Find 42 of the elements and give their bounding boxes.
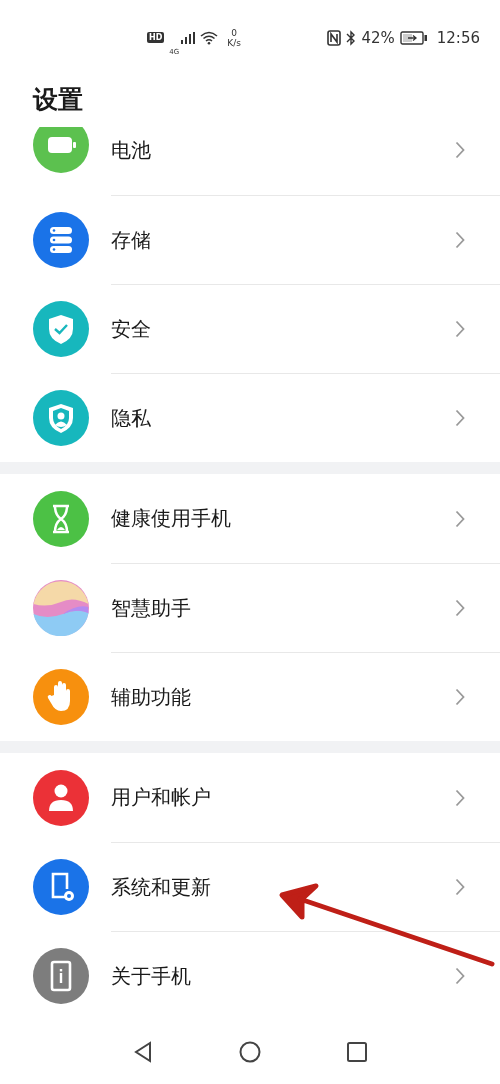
bluetooth-icon bbox=[346, 29, 357, 46]
settings-item[interactable]: 用户和帐户 bbox=[0, 753, 500, 842]
battery-icon bbox=[399, 30, 428, 45]
page-title: 设置 bbox=[31, 84, 84, 116]
wifi-icon bbox=[200, 30, 219, 45]
chevron-icon bbox=[455, 509, 465, 528]
chevron-icon bbox=[455, 599, 465, 617]
settings-item[interactable]: 隐私 bbox=[0, 373, 500, 462]
item-label: 隐私 bbox=[111, 404, 151, 432]
item-label: 辅助功能 bbox=[111, 683, 191, 711]
chevron-icon bbox=[455, 231, 465, 249]
settings-item[interactable]: 智慧助手 bbox=[0, 563, 500, 652]
settings-item[interactable]: 存储 bbox=[0, 195, 500, 284]
home-button[interactable] bbox=[239, 1041, 261, 1063]
item-label: 关于手机 bbox=[111, 962, 191, 990]
chevron-icon bbox=[455, 967, 465, 985]
chevron-icon bbox=[455, 878, 465, 896]
chevron-icon bbox=[455, 320, 465, 338]
settings-item[interactable]: 电池 bbox=[0, 127, 500, 195]
settings-item[interactable]: 辅助功能 bbox=[0, 652, 500, 741]
chevron-icon bbox=[455, 409, 465, 427]
item-label: 用户和帐户 bbox=[111, 784, 211, 811]
clock-time: 12:56 bbox=[436, 28, 480, 47]
settings-item[interactable]: 健康使用手机 bbox=[0, 474, 500, 563]
item-label: 存储 bbox=[111, 226, 151, 254]
item-label: 智慧助手 bbox=[111, 594, 191, 622]
recents-button[interactable] bbox=[347, 1042, 367, 1062]
battery-percent: 42% bbox=[361, 28, 395, 47]
speed-value: 0 bbox=[231, 27, 237, 38]
item-label: 系统和更新 bbox=[111, 873, 211, 901]
item-label: 健康使用手机 bbox=[111, 505, 231, 532]
settings-item[interactable]: 安全 bbox=[0, 284, 500, 373]
signal-icon bbox=[181, 31, 196, 44]
chevron-icon bbox=[455, 688, 465, 706]
item-label: 安全 bbox=[111, 315, 151, 343]
hd-badge: HD bbox=[147, 32, 165, 43]
chevron-icon bbox=[455, 788, 465, 807]
nfc-icon bbox=[327, 29, 342, 46]
back-button[interactable] bbox=[133, 1041, 153, 1063]
item-label: 电池 bbox=[111, 136, 151, 164]
speed-unit: K/s bbox=[227, 37, 241, 48]
chevron-icon bbox=[455, 141, 465, 159]
